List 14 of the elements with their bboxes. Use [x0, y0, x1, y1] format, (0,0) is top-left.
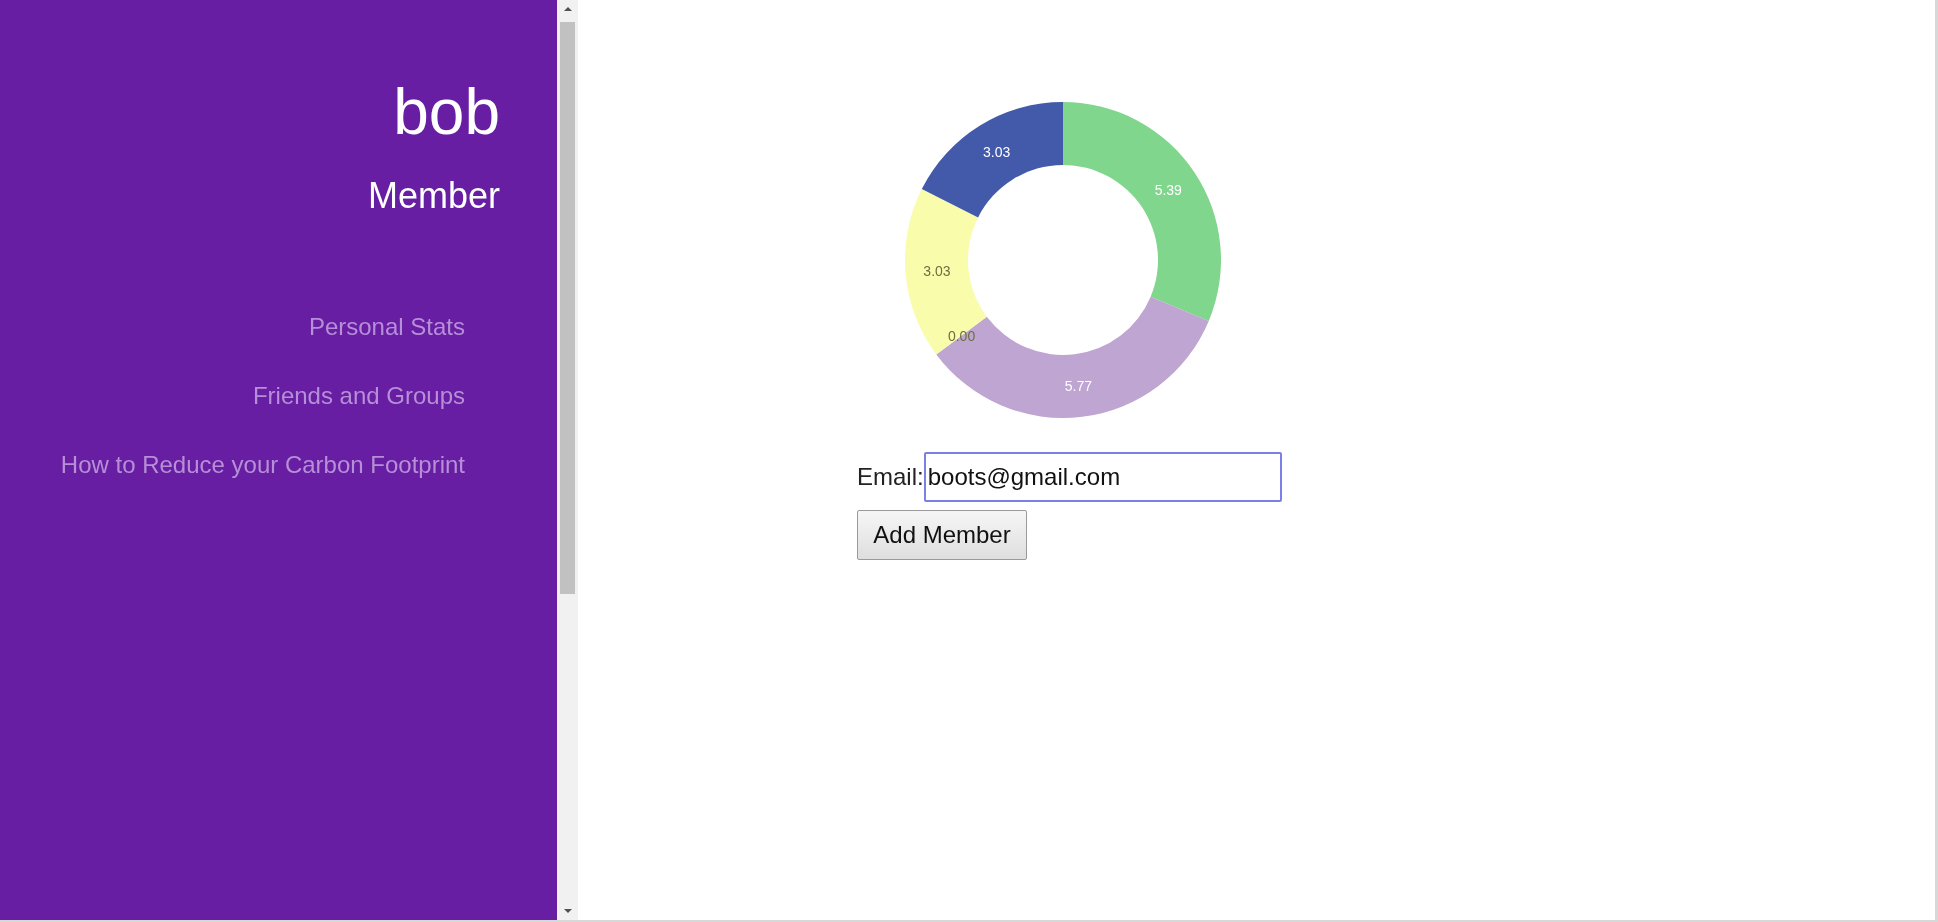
data-label: 3.03: [982, 144, 1011, 161]
data-label: 5.39: [1154, 181, 1182, 198]
sidebar-link[interactable]: Personal Stats: [308, 314, 465, 340]
data-label: 0.00: [947, 327, 976, 344]
scrollbar-thumb[interactable]: [560, 22, 575, 594]
sidebar-link[interactable]: How to Reduce your Carbon Footprint: [60, 452, 465, 478]
sidebar-link[interactable]: Friends and Groups: [252, 383, 465, 409]
email-label: Email:: [857, 463, 924, 491]
data-label: 5.77: [1064, 377, 1093, 394]
email-field[interactable]: boots@gmail.com: [923, 452, 1282, 502]
data-label: 3.03: [923, 263, 951, 280]
user-role: Member: [367, 178, 500, 214]
user-name: bob: [393, 80, 500, 144]
add-member-button[interactable]: Add Member: [857, 510, 1027, 560]
